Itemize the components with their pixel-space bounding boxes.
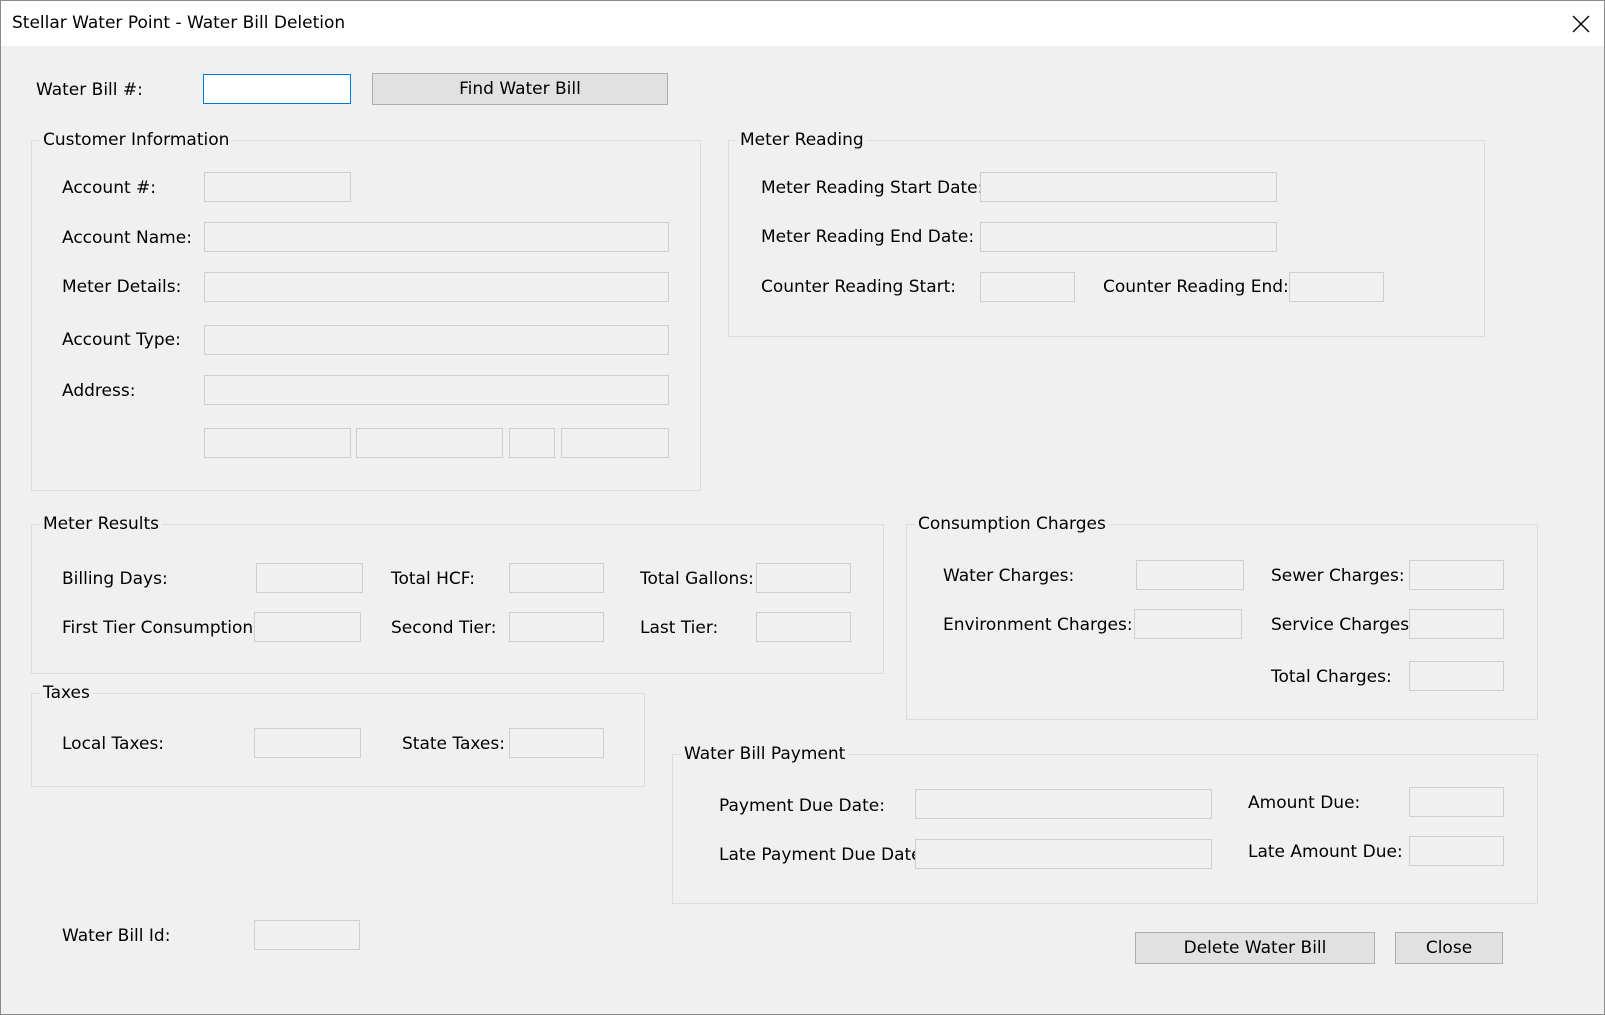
sewer-charges-field xyxy=(1409,560,1504,590)
address-field xyxy=(204,375,669,405)
service-charges-label: Service Charges: xyxy=(1271,615,1415,635)
last-tier-label: Last Tier: xyxy=(640,618,719,638)
water-charges-label: Water Charges: xyxy=(943,566,1075,586)
payment-due-date-label: Payment Due Date: xyxy=(719,796,885,816)
counter-reading-start-field xyxy=(980,272,1075,302)
total-charges-label: Total Charges: xyxy=(1271,667,1392,687)
account-name-field xyxy=(204,222,669,252)
zip-code-field xyxy=(561,428,669,458)
total-gallons-field xyxy=(756,563,851,593)
meter-reading-end-date-label: Meter Reading End Date: xyxy=(761,227,975,247)
total-charges-field xyxy=(1409,661,1504,691)
meter-results-title: Meter Results xyxy=(40,514,163,534)
close-icon xyxy=(1572,15,1590,32)
app-window: Stellar Water Point - Water Bill Deletio… xyxy=(0,0,1605,1015)
address-label: Address: xyxy=(62,381,136,401)
billing-days-label: Billing Days: xyxy=(62,569,168,589)
customer-information-title: Customer Information xyxy=(40,130,233,150)
last-tier-field xyxy=(756,612,851,642)
meter-reading-end-date-field xyxy=(980,222,1277,252)
amount-due-field xyxy=(1409,787,1504,817)
account-type-field xyxy=(204,325,669,355)
meter-details-label: Meter Details: xyxy=(62,277,182,297)
meter-details-field xyxy=(204,272,669,302)
state-field xyxy=(509,428,555,458)
first-tier-consumption-label: First Tier Consumption: xyxy=(62,618,259,638)
water-bill-payment-title: Water Bill Payment xyxy=(681,744,849,764)
window-close-button[interactable] xyxy=(1558,1,1604,46)
account-number-field xyxy=(204,172,351,202)
close-button[interactable]: Close xyxy=(1395,932,1503,964)
find-water-bill-button[interactable]: Find Water Bill xyxy=(372,73,668,105)
late-payment-due-date-label: Late Payment Due Date: xyxy=(719,845,928,865)
title-bar: Stellar Water Point - Water Bill Deletio… xyxy=(1,1,1604,46)
counter-reading-end-label: Counter Reading End: xyxy=(1103,277,1289,297)
late-amount-due-field xyxy=(1409,836,1504,866)
account-number-label: Account #: xyxy=(62,178,157,198)
delete-water-bill-button[interactable]: Delete Water Bill xyxy=(1135,932,1375,964)
water-bill-id-field xyxy=(254,920,360,950)
environment-charges-label: Environment Charges: xyxy=(943,615,1133,635)
late-amount-due-label: Late Amount Due: xyxy=(1248,842,1403,862)
second-tier-label: Second Tier: xyxy=(391,618,497,638)
water-bill-number-input[interactable] xyxy=(203,74,351,104)
account-type-label: Account Type: xyxy=(62,330,181,350)
state-taxes-label: State Taxes: xyxy=(402,734,505,754)
total-hcf-field xyxy=(509,563,604,593)
window-title: Stellar Water Point - Water Bill Deletio… xyxy=(12,13,346,33)
late-payment-due-date-field xyxy=(915,839,1212,869)
amount-due-label: Amount Due: xyxy=(1248,793,1361,813)
water-bill-id-label: Water Bill Id: xyxy=(62,926,171,946)
state-taxes-field xyxy=(509,728,604,758)
sewer-charges-label: Sewer Charges: xyxy=(1271,566,1405,586)
local-taxes-field xyxy=(254,728,361,758)
meter-results-group: Meter Results xyxy=(31,514,884,674)
meter-reading-title: Meter Reading xyxy=(737,130,867,150)
city-field xyxy=(204,428,351,458)
counter-reading-start-label: Counter Reading Start: xyxy=(761,277,957,297)
taxes-title: Taxes xyxy=(40,683,93,703)
environment-charges-field xyxy=(1134,609,1242,639)
billing-days-field xyxy=(256,563,363,593)
account-name-label: Account Name: xyxy=(62,228,192,248)
water-bill-number-label: Water Bill #: xyxy=(36,80,143,100)
total-hcf-label: Total HCF: xyxy=(391,569,475,589)
second-tier-field xyxy=(509,612,604,642)
first-tier-consumption-field xyxy=(254,612,361,642)
total-gallons-label: Total Gallons: xyxy=(640,569,754,589)
meter-reading-start-date-field xyxy=(980,172,1277,202)
service-charges-field xyxy=(1409,609,1504,639)
county-field xyxy=(356,428,503,458)
water-bill-number-text[interactable] xyxy=(204,75,350,103)
water-charges-field xyxy=(1136,560,1244,590)
counter-reading-end-field xyxy=(1289,272,1384,302)
consumption-charges-title: Consumption Charges xyxy=(915,514,1109,534)
water-bill-payment-group: Water Bill Payment xyxy=(672,744,1538,904)
meter-reading-start-date-label: Meter Reading Start Date: xyxy=(761,178,984,198)
local-taxes-label: Local Taxes: xyxy=(62,734,165,754)
payment-due-date-field xyxy=(915,789,1212,819)
